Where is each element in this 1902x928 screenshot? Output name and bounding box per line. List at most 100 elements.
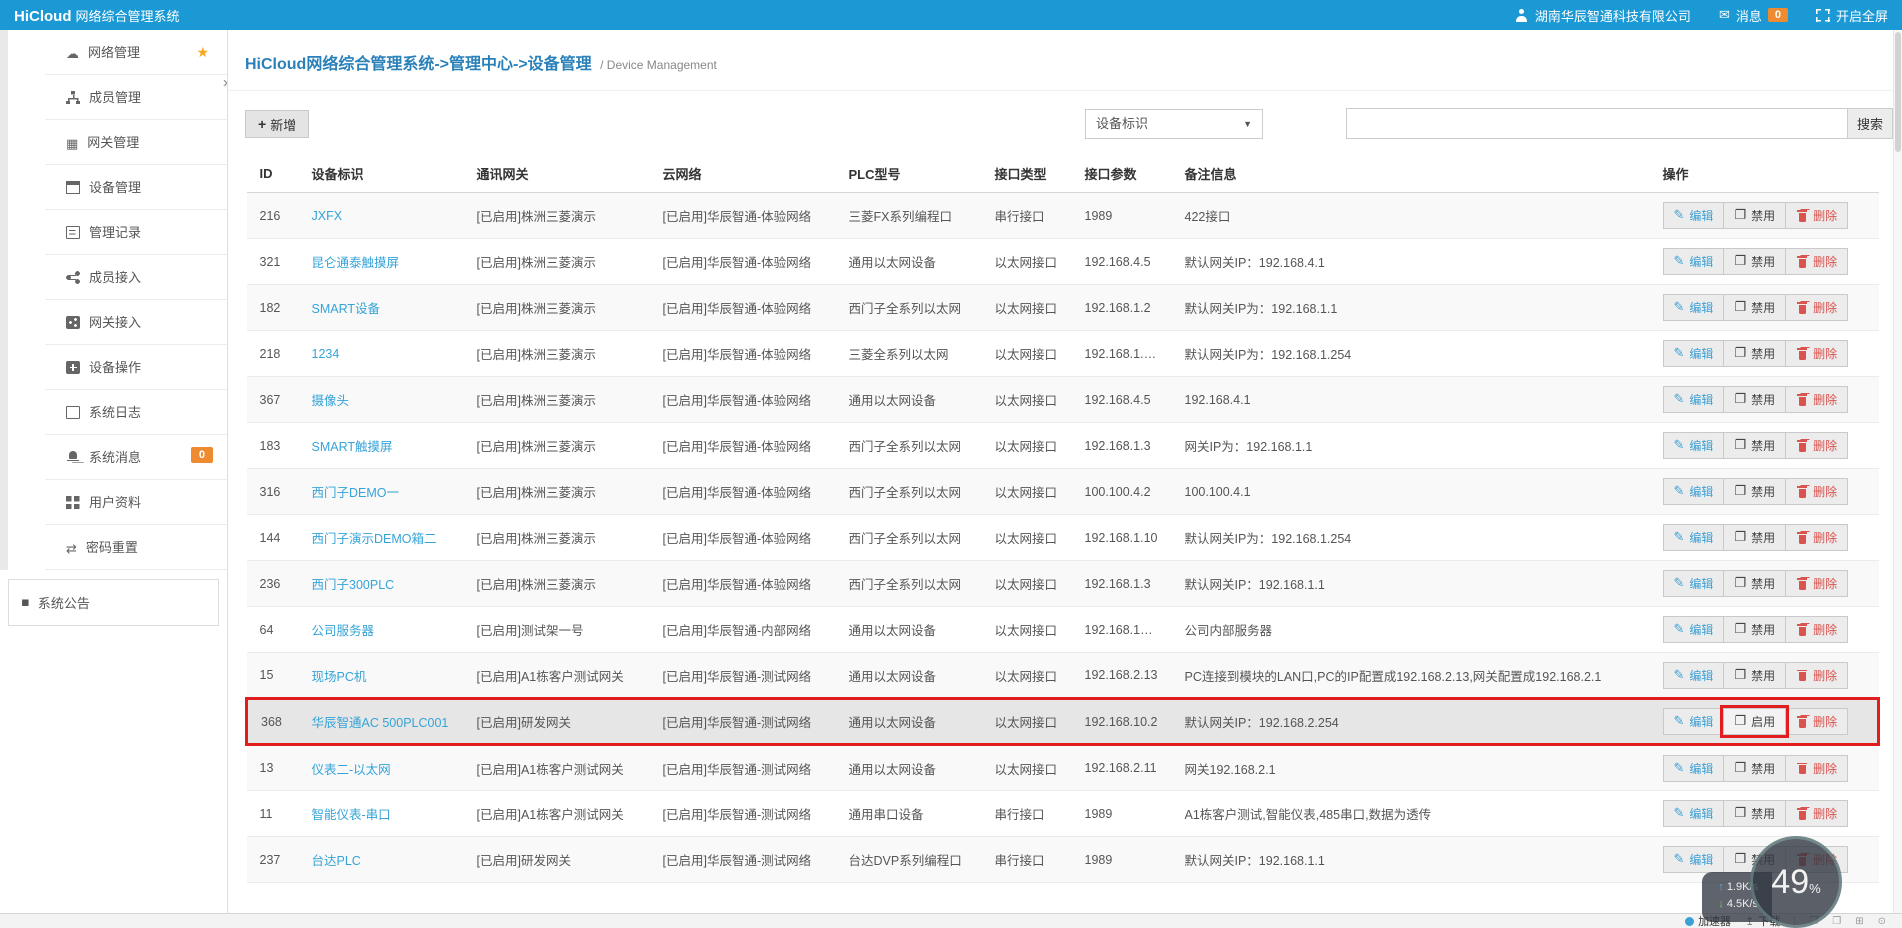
sidebar-item-device-operations[interactable]: 设备操作: [0, 345, 227, 390]
trash-icon: [1796, 715, 1808, 728]
delete-button[interactable]: 删除: [1785, 202, 1849, 229]
sidebar-item-label: 成员接入: [89, 270, 142, 285]
interface-param-cell: 192.168.1.189: [1071, 330, 1172, 377]
fullscreen-button[interactable]: 开启全屏: [1815, 6, 1888, 25]
device-link[interactable]: 仪表二-以太网: [312, 763, 391, 777]
delete-button[interactable]: 删除: [1785, 708, 1849, 735]
filter-field-select[interactable]: 设备标识 ▼: [1085, 109, 1263, 139]
disable-button[interactable]: ❐ 禁用: [1723, 202, 1787, 229]
device-link[interactable]: 摄像头: [312, 394, 350, 408]
edit-button[interactable]: ✎ 编辑: [1662, 478, 1725, 505]
action-button-group: ✎ 编辑 ❐ 禁用 删除: [1662, 294, 1866, 321]
delete-button[interactable]: 删除: [1785, 294, 1849, 321]
edit-button[interactable]: ✎ 编辑: [1662, 386, 1725, 413]
percent-circle[interactable]: 49 %: [1750, 836, 1842, 928]
delete-button[interactable]: 删除: [1785, 386, 1849, 413]
app-brand[interactable]: HiCloud 网络综合管理系统: [14, 6, 180, 25]
edit-button[interactable]: ✎ 编辑: [1662, 708, 1725, 735]
enable-button-label: 启用: [1751, 715, 1776, 729]
disable-button[interactable]: ❐ 禁用: [1723, 340, 1787, 367]
device-link[interactable]: 西门子演示DEMO箱二: [312, 532, 437, 546]
device-link[interactable]: SMART设备: [312, 302, 381, 316]
disable-button[interactable]: ❐ 禁用: [1723, 478, 1787, 505]
sidebar-item-user-profile[interactable]: 用户资料: [0, 480, 227, 525]
clock-icon[interactable]: ⊙: [1878, 916, 1886, 927]
disable-button[interactable]: ❐ 禁用: [1723, 800, 1787, 827]
messages-menu[interactable]: ✉ 消息 0: [1719, 6, 1788, 25]
disable-button[interactable]: ❐ 禁用: [1723, 661, 1787, 689]
device-link[interactable]: JXFX: [312, 209, 343, 223]
sidebar-item-device-management[interactable]: 设备管理: [0, 165, 227, 210]
account-menu[interactable]: 湖南华辰智通科技有限公司: [1515, 6, 1691, 25]
sidebar-item-system-logs[interactable]: 系统日志: [0, 390, 227, 435]
sidebar-item-management-logs[interactable]: 管理记录: [0, 210, 227, 255]
edit-button[interactable]: ✎ 编辑: [1662, 294, 1725, 321]
device-link[interactable]: 西门子DEMO一: [312, 486, 400, 500]
device-link[interactable]: 昆仑通泰触摸屏: [312, 256, 400, 270]
delete-button-label: 删除: [1813, 715, 1838, 729]
edit-button[interactable]: ✎ 编辑: [1662, 661, 1725, 689]
edit-button[interactable]: ✎ 编辑: [1662, 800, 1725, 827]
sidebar-item-gateway-management[interactable]: ▦ 网关管理: [0, 120, 227, 165]
sidebar-item-system-announcement[interactable]: ▪ 系统公告: [8, 579, 219, 626]
scrollbar-thumb[interactable]: [1895, 32, 1901, 152]
clone-icon: ❐: [1734, 622, 1747, 637]
speed-overlay[interactable]: ↑ 1.9K/s ↓ 4.5K/s 49 %: [1702, 836, 1842, 928]
delete-button[interactable]: 删除: [1785, 616, 1849, 643]
clone-icon: ❐: [1734, 300, 1747, 315]
edit-button[interactable]: ✎ 编辑: [1662, 524, 1725, 551]
search-button[interactable]: 搜索: [1847, 108, 1893, 139]
grid-icon[interactable]: ⊞: [1855, 916, 1863, 927]
id-cell: 321: [246, 238, 299, 285]
sidebar-item-system-messages[interactable]: 系统消息 0: [0, 435, 227, 480]
disable-button[interactable]: ❐ 禁用: [1723, 616, 1787, 643]
device-link[interactable]: 台达PLC: [312, 854, 361, 868]
disable-button[interactable]: ❐ 禁用: [1723, 294, 1787, 321]
device-link[interactable]: SMART触摸屏: [312, 440, 393, 454]
disable-button[interactable]: ❐ 禁用: [1723, 524, 1787, 551]
gateway-cell: [已启用]株洲三菱演示: [463, 330, 650, 377]
disable-button[interactable]: ❐ 禁用: [1723, 248, 1787, 275]
device-link[interactable]: 西门子300PLC: [312, 578, 395, 592]
edit-button[interactable]: ✎ 编辑: [1662, 616, 1725, 643]
delete-button[interactable]: 删除: [1785, 248, 1849, 275]
sidebar-item-member-access[interactable]: 成员接入: [0, 255, 227, 300]
edit-button[interactable]: ✎ 编辑: [1662, 754, 1725, 782]
pencil-icon: ✎: [1673, 254, 1685, 269]
delete-button[interactable]: 删除: [1785, 754, 1849, 782]
delete-button[interactable]: 删除: [1785, 524, 1849, 551]
delete-button[interactable]: 删除: [1785, 340, 1849, 367]
device-link[interactable]: 公司服务器: [312, 624, 375, 638]
disable-button[interactable]: ❐ 禁用: [1723, 570, 1787, 597]
interface-param-cell: 192.168.4.5: [1071, 376, 1172, 423]
column-header: ID: [246, 155, 299, 193]
sidebar-item-network-management[interactable]: ☁ 网络管理 ★: [0, 30, 227, 75]
disable-button[interactable]: ❐ 禁用: [1723, 386, 1787, 413]
sidebar-item-gateway-access[interactable]: 网关接入: [0, 300, 227, 345]
delete-button[interactable]: 删除: [1785, 800, 1849, 827]
edit-button[interactable]: ✎ 编辑: [1662, 202, 1725, 229]
edit-button[interactable]: ✎ 编辑: [1662, 432, 1725, 459]
edit-button[interactable]: ✎ 编辑: [1662, 248, 1725, 275]
sidebar-item-password-reset[interactable]: ⇄ 密码重置: [0, 525, 227, 570]
delete-button[interactable]: 删除: [1785, 432, 1849, 459]
device-link[interactable]: 1234: [312, 347, 340, 361]
favorite-star-icon[interactable]: ★: [196, 30, 209, 75]
disable-button[interactable]: ❐ 禁用: [1723, 754, 1787, 782]
scrollbar[interactable]: [1893, 30, 1902, 913]
delete-button[interactable]: 删除: [1785, 570, 1849, 597]
sidebar-item-member-management[interactable]: 成员管理: [0, 75, 227, 120]
device-link[interactable]: 智能仪表-串口: [312, 808, 391, 822]
device-link[interactable]: 华辰智通AC 500PLC001: [312, 716, 449, 730]
search-input[interactable]: [1346, 108, 1847, 139]
add-device-button[interactable]: + 新增: [245, 110, 310, 138]
disable-button[interactable]: ❐ 禁用: [1723, 432, 1787, 459]
interface-param-cell: 1989: [1071, 192, 1172, 239]
edit-button[interactable]: ✎ 编辑: [1662, 340, 1725, 367]
device-link[interactable]: 现场PC机: [312, 670, 367, 684]
delete-button-label: 删除: [1813, 623, 1838, 637]
enable-button[interactable]: ❐ 启用: [1723, 708, 1787, 735]
delete-button[interactable]: 删除: [1785, 661, 1849, 689]
edit-button[interactable]: ✎ 编辑: [1662, 570, 1725, 597]
delete-button[interactable]: 删除: [1785, 478, 1849, 505]
